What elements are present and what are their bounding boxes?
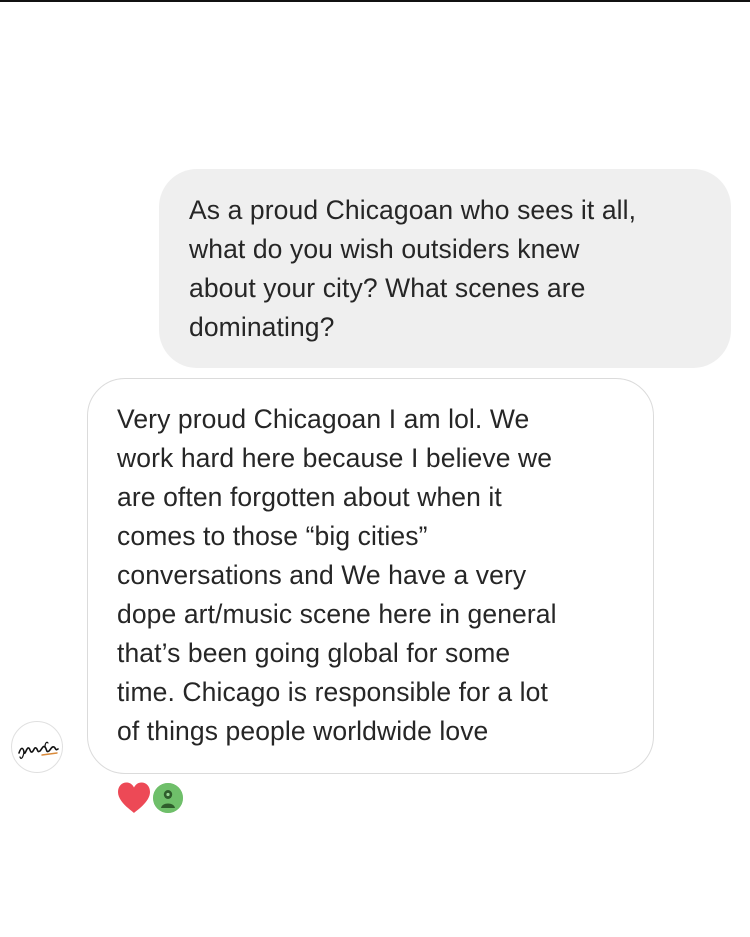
sent-message-bubble[interactable]: As a proud Chicagoan who sees it all, wh… (159, 169, 731, 368)
top-divider (0, 0, 750, 2)
received-message-line: dope art/music scene here in general (117, 599, 557, 629)
received-message-line: conversations and We have a very (117, 560, 527, 590)
received-message-bubble[interactable]: Very proud Chicagoan I am lol. We work h… (87, 378, 654, 774)
received-message-line: work hard here because I believe we (117, 443, 553, 473)
sent-message-line: As a proud Chicagoan who sees it all, (189, 195, 637, 225)
received-message-line: are often forgotten about when it (117, 482, 502, 512)
received-message-line: that’s been going global for some (117, 638, 511, 668)
heart-reaction[interactable] (116, 781, 152, 815)
reactor-avatar[interactable] (151, 781, 185, 815)
signature-logo-icon (18, 741, 59, 759)
sent-message-line: about your city? What scenes are (189, 273, 586, 303)
received-message-line: Very proud Chicagoan I am lol. We (117, 404, 530, 434)
user-avatar-icon (153, 783, 183, 813)
sender-avatar[interactable] (11, 721, 63, 773)
received-message-line: comes to those “big cities” (117, 521, 428, 551)
dm-thread-view: As a proud Chicagoan who sees it all, wh… (0, 0, 750, 937)
heart-icon (118, 782, 150, 813)
sent-message-line: what do you wish outsiders knew (189, 234, 580, 264)
sent-message-line: dominating? (189, 312, 335, 342)
reactions-row[interactable] (116, 780, 185, 816)
received-message-line: time. Chicago is responsible for a lot (117, 677, 548, 707)
received-message-line: of things people worldwide love (117, 716, 489, 746)
